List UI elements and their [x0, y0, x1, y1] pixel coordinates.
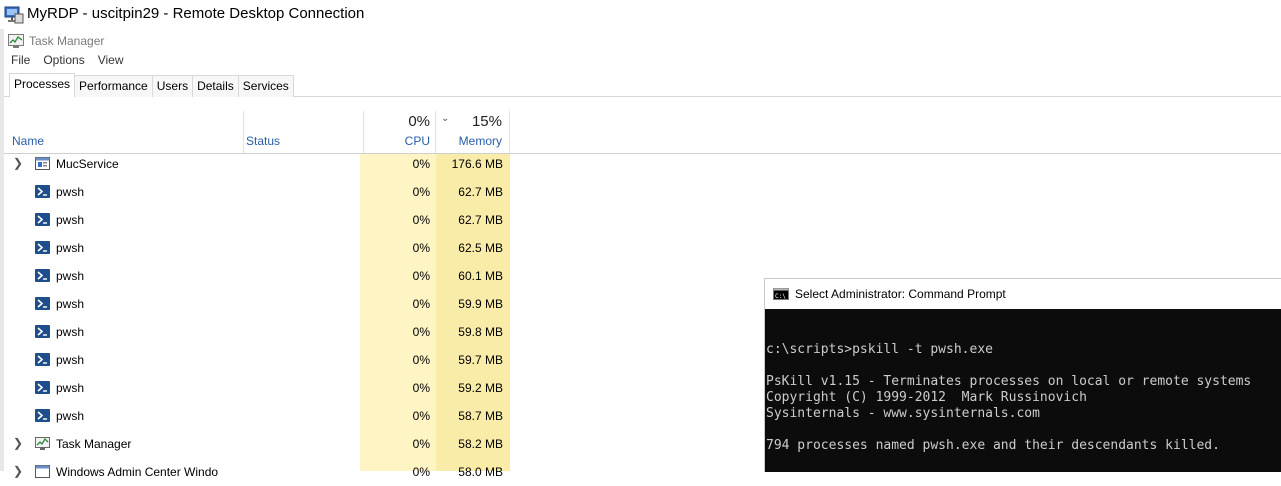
tab-details[interactable]: Details — [192, 75, 239, 97]
process-memory: 60.1 MB — [458, 269, 503, 283]
window-icon — [35, 465, 50, 478]
column-header-name[interactable]: Name — [12, 134, 44, 148]
process-cpu: 0% — [412, 185, 430, 199]
powershell-icon — [35, 353, 50, 366]
command-prompt-title-bar[interactable]: C:\ Select Administrator: Command Prompt — [765, 279, 1281, 309]
process-cpu: 0% — [412, 297, 430, 311]
menu-file[interactable]: File — [11, 53, 30, 67]
column-header-status[interactable]: Status — [246, 134, 280, 148]
process-name: pwsh — [56, 297, 85, 311]
task-manager-icon — [8, 34, 24, 48]
remote-desktop-icon — [4, 6, 24, 24]
powershell-icon — [35, 241, 50, 254]
table-row[interactable]: pwsh 0% 59.7 MB — [4, 346, 524, 374]
table-row[interactable]: pwsh 0% 62.7 MB — [4, 178, 524, 206]
powershell-icon — [35, 325, 50, 338]
powershell-icon — [35, 381, 50, 394]
powershell-icon — [35, 269, 50, 282]
column-header-memory[interactable]: Memory — [436, 134, 502, 148]
process-memory: 62.5 MB — [458, 241, 503, 255]
process-memory: 59.7 MB — [458, 353, 503, 367]
process-memory: 58.7 MB — [458, 409, 503, 423]
process-name: pwsh — [56, 409, 85, 423]
command-prompt-title: Select Administrator: Command Prompt — [795, 287, 1006, 301]
menu-options[interactable]: Options — [43, 53, 84, 67]
tab-performance[interactable]: Performance — [74, 75, 153, 97]
command-prompt-window[interactable]: C:\ Select Administrator: Command Prompt… — [764, 278, 1281, 472]
process-name: pwsh — [56, 241, 85, 255]
process-name: pwsh — [56, 353, 85, 367]
column-separator[interactable] — [243, 111, 244, 153]
process-memory: 62.7 MB — [458, 213, 503, 227]
column-separator[interactable] — [509, 111, 510, 153]
process-cpu: 0% — [412, 241, 430, 255]
process-name: Windows Admin Center Windo — [56, 465, 219, 479]
table-row[interactable]: ❯ Windows Admin Center Windo 0% 58.0 MB — [4, 458, 524, 486]
process-list: ❯ MucService 0% 176.6 MB pwsh 0% 62.7 MB… — [4, 150, 524, 486]
process-name: pwsh — [56, 185, 85, 199]
process-cpu: 0% — [412, 353, 430, 367]
menu-bar: File Options View — [11, 53, 137, 67]
console-line: PsKill v1.15 - Terminates processes on l… — [766, 374, 1252, 389]
process-name: pwsh — [56, 213, 85, 227]
tab-services[interactable]: Services — [237, 75, 294, 97]
console-line: 794 processes named pwsh.exe and their d… — [766, 438, 1220, 453]
process-cpu: 0% — [412, 213, 430, 227]
console-output[interactable]: c:\scripts>pskill -t pwsh.exe PsKill v1.… — [765, 310, 1281, 472]
table-row[interactable]: ❯ Task Manager 0% 58.2 MB — [4, 430, 524, 458]
column-header-cpu[interactable]: CPU — [364, 134, 430, 148]
task-manager-title-bar[interactable]: Task Manager — [8, 31, 104, 51]
process-name: pwsh — [56, 269, 85, 283]
process-cpu: 0% — [412, 157, 430, 171]
console-line: c:\scripts>pskill -t pwsh.exe — [766, 342, 993, 357]
rdp-title-bar[interactable]: MyRDP - uscitpin29 - Remote Desktop Conn… — [0, 0, 1281, 29]
process-cpu: 0% — [412, 381, 430, 395]
tab-users[interactable]: Users — [151, 75, 194, 97]
table-row[interactable]: pwsh 0% 59.2 MB — [4, 374, 524, 402]
service-icon — [35, 157, 50, 170]
tab-strip: Processes Performance Users Details Serv… — [9, 73, 294, 98]
process-memory: 58.2 MB — [458, 437, 503, 451]
process-memory: 59.9 MB — [458, 297, 503, 311]
rdp-window-title: MyRDP - uscitpin29 - Remote Desktop Conn… — [27, 5, 365, 22]
cpu-total-percent: 0% — [408, 113, 430, 130]
task-manager-title: Task Manager — [29, 34, 105, 48]
console-line: Sysinternals - www.sysinternals.com — [766, 406, 1040, 421]
taskmanager-icon — [35, 437, 50, 450]
process-memory: 59.8 MB — [458, 325, 503, 339]
tab-processes[interactable]: Processes — [9, 73, 76, 98]
process-cpu: 0% — [412, 465, 430, 479]
table-row[interactable]: pwsh 0% 59.8 MB — [4, 318, 524, 346]
process-memory: 59.2 MB — [458, 381, 503, 395]
memory-total-percent: 15% — [471, 113, 502, 130]
table-row[interactable]: pwsh 0% 62.7 MB — [4, 206, 524, 234]
table-row[interactable]: pwsh 0% 62.5 MB — [4, 234, 524, 262]
console-line: Copyright (C) 1999-2012 Mark Russinovich — [766, 390, 1087, 405]
powershell-icon — [35, 213, 50, 226]
table-row[interactable]: ❯ MucService 0% 176.6 MB — [4, 150, 524, 178]
powershell-icon — [35, 409, 50, 422]
table-row[interactable]: pwsh 0% 59.9 MB — [4, 290, 524, 318]
process-memory: 58.0 MB — [458, 465, 503, 479]
console-icon: C:\ — [773, 288, 789, 300]
process-cpu: 0% — [412, 269, 430, 283]
chevron-right-icon[interactable]: ❯ — [13, 464, 23, 478]
process-memory: 62.7 MB — [458, 185, 503, 199]
process-cpu: 0% — [412, 437, 430, 451]
powershell-icon — [35, 185, 50, 198]
process-cpu: 0% — [412, 325, 430, 339]
process-name: MucService — [56, 157, 119, 171]
process-memory: 176.6 MB — [451, 157, 503, 171]
chevron-right-icon[interactable]: ❯ — [13, 156, 23, 170]
process-name: Task Manager — [56, 437, 132, 451]
table-row[interactable]: pwsh 0% 60.1 MB — [4, 262, 524, 290]
table-row[interactable]: pwsh 0% 58.7 MB — [4, 402, 524, 430]
chevron-right-icon[interactable]: ❯ — [13, 436, 23, 450]
svg-text:C:\: C:\ — [775, 293, 786, 300]
process-name: pwsh — [56, 381, 85, 395]
process-cpu: 0% — [412, 409, 430, 423]
process-name: pwsh — [56, 325, 85, 339]
menu-view[interactable]: View — [98, 53, 124, 67]
powershell-icon — [35, 297, 50, 310]
